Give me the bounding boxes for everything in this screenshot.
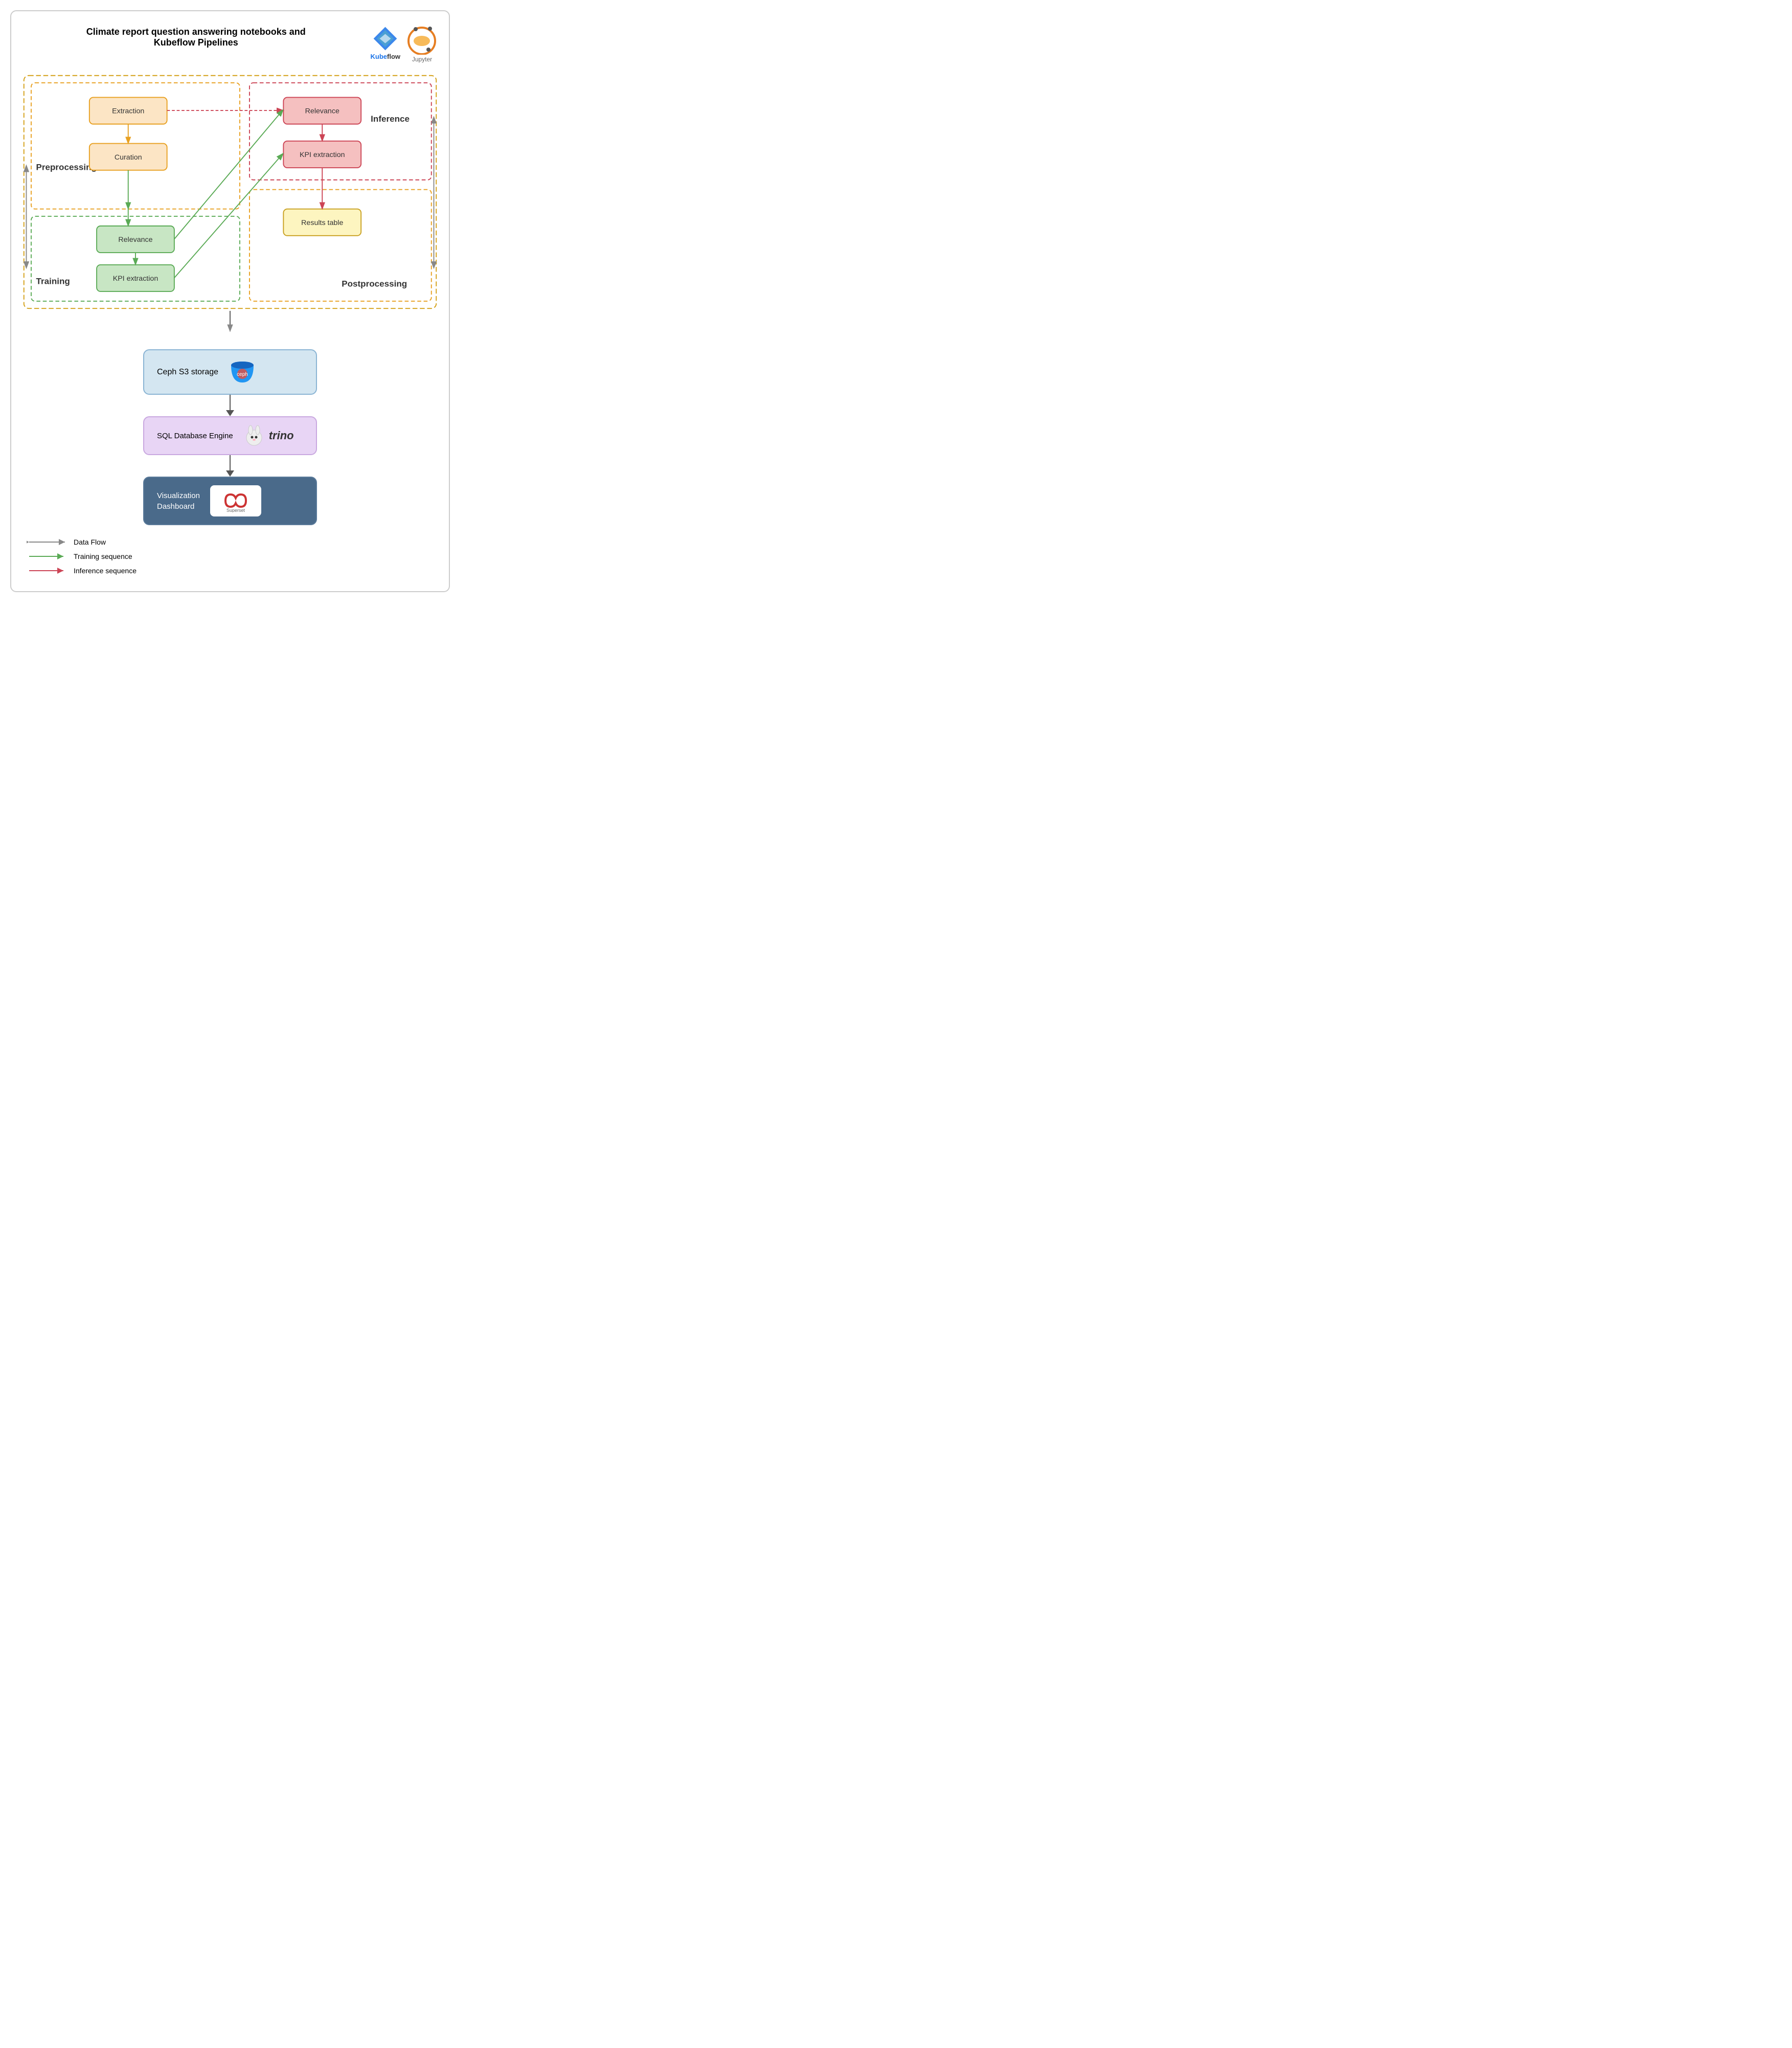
page-title: Climate report question answering notebo… [73, 27, 319, 48]
pipeline-diagram: Preprocessing Training Inference Postpro… [21, 73, 439, 354]
storage-label: Ceph S3 storage [157, 368, 218, 377]
kpi-inference-node: KPI extraction [300, 151, 345, 159]
kubeflow-icon [371, 25, 399, 53]
arrow-storage-to-sql [226, 395, 234, 416]
viz-label: VisualizationDashboard [157, 490, 200, 512]
inference-seq-label: Inference sequence [74, 567, 137, 575]
inference-label: Inference [371, 114, 410, 124]
ceph-storage-box: Ceph S3 storage ceph [143, 349, 317, 395]
logos-area: Kubeflow Jupyter [371, 21, 439, 63]
kubeflow-label: Kubeflow [371, 53, 401, 60]
jupyter-logo: Jupyter [405, 21, 439, 63]
training-seq-icon [27, 553, 67, 560]
viz-box: VisualizationDashboard Superset [143, 477, 317, 525]
trino-area: trino [243, 425, 294, 446]
superset-icon: Superset [210, 485, 261, 516]
sql-label: SQL Database Engine [157, 431, 233, 441]
kubeflow-logo: Kubeflow [371, 25, 401, 60]
trino-icon [243, 425, 265, 446]
relevance-training-node: Relevance [118, 236, 152, 244]
curation-node: Curation [115, 153, 142, 162]
jupyter-label: Jupyter [412, 56, 432, 63]
training-seq-label: Training sequence [74, 552, 132, 560]
legend-area: Data Flow Training sequence [21, 538, 439, 575]
data-flow-icon [27, 538, 67, 546]
sql-box: SQL Database Engine trino [143, 416, 317, 455]
legend-training: Training sequence [27, 552, 439, 560]
legend-data-flow: Data Flow [27, 538, 439, 546]
legend-inference: Inference sequence [27, 567, 439, 575]
relevance-inference-node: Relevance [305, 107, 339, 116]
jupyter-icon [405, 21, 439, 55]
ceph-icon: ceph [229, 358, 257, 386]
trino-label: trino [269, 429, 294, 442]
svg-text:ceph: ceph [237, 372, 248, 377]
kpi-training-node: KPI extraction [113, 275, 158, 283]
extraction-node: Extraction [112, 107, 144, 116]
inference-seq-icon [27, 567, 67, 574]
training-label: Training [36, 277, 70, 286]
arrow-sql-to-viz [226, 455, 234, 477]
results-table-node: Results table [301, 219, 343, 227]
preprocessing-label: Preprocessing [36, 163, 97, 172]
postprocessing-label: Postprocessing [342, 279, 407, 288]
data-flow-label: Data Flow [74, 538, 106, 546]
superset-logo: Superset [218, 489, 254, 512]
svg-text:Superset: Superset [226, 508, 245, 512]
title-area: Climate report question answering notebo… [21, 21, 439, 63]
main-container: Climate report question answering notebo… [10, 10, 450, 592]
